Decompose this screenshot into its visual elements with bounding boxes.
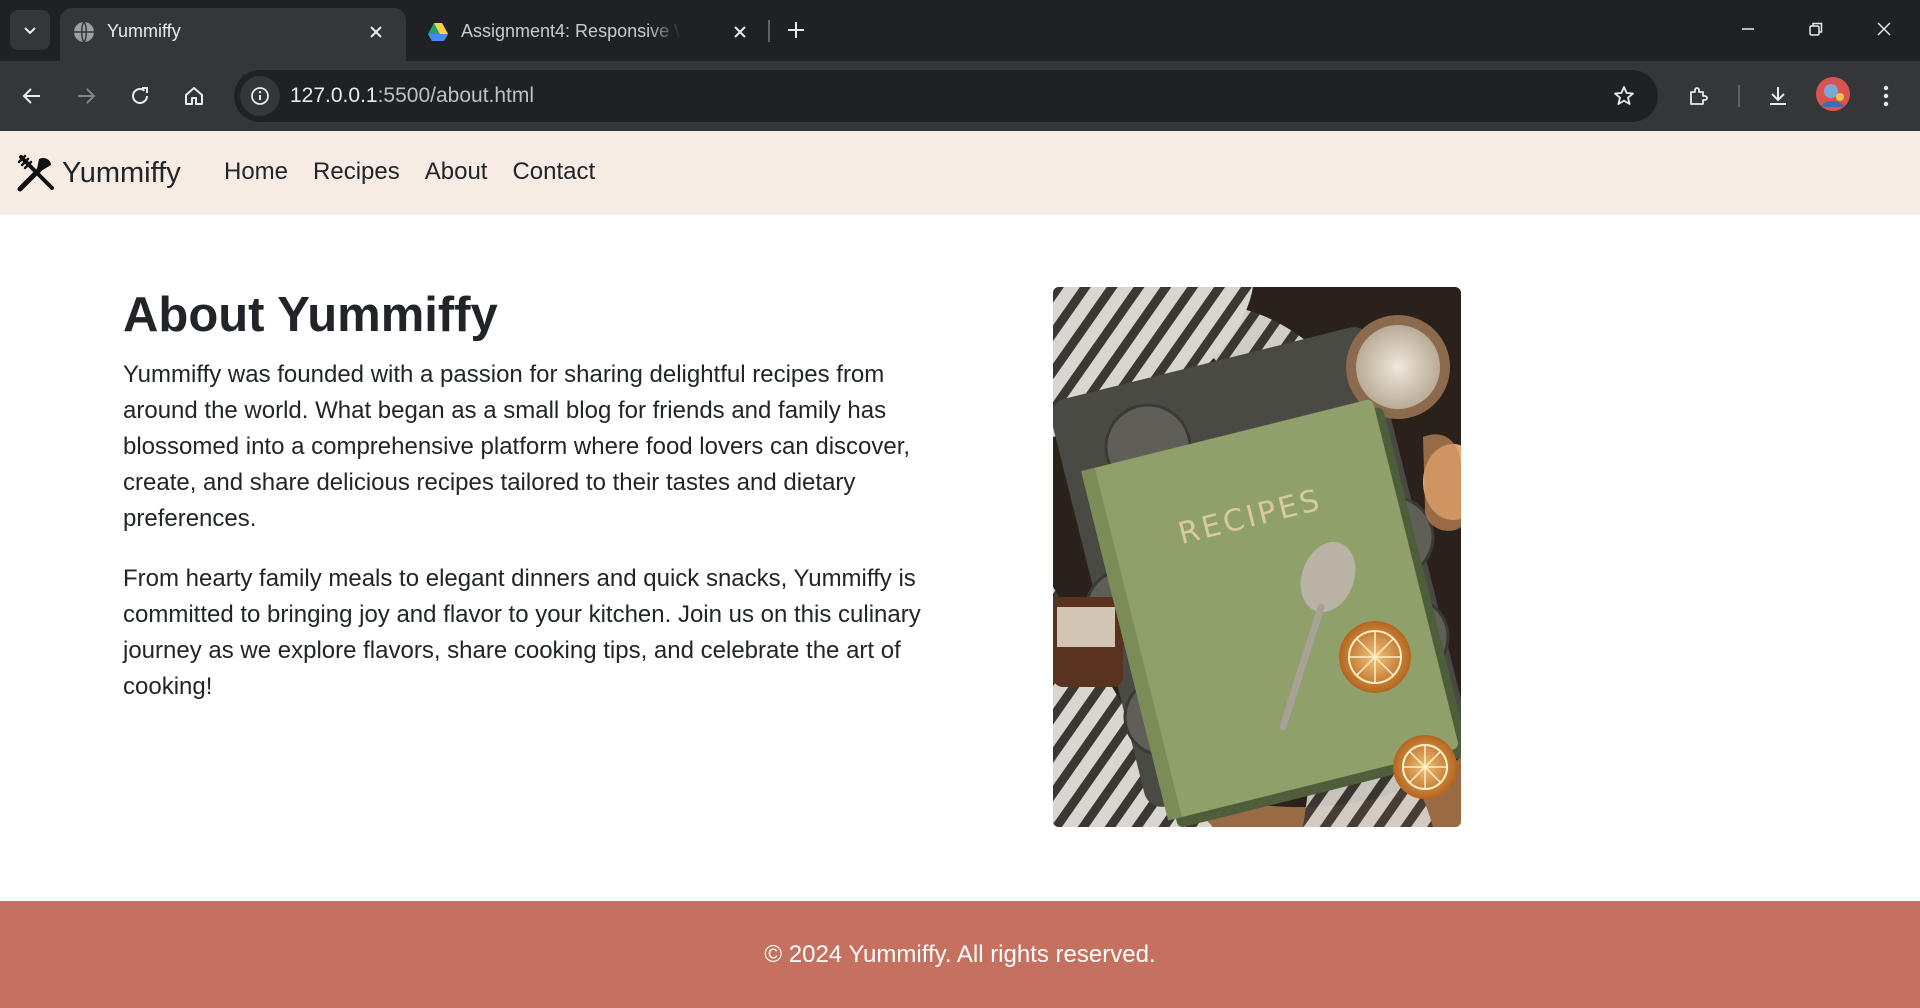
web-page: Yummiffy Home Recipes About Contact Abou…	[0, 131, 1920, 1008]
chevron-down-icon	[24, 27, 36, 35]
profile-avatar[interactable]	[1816, 77, 1850, 111]
tab-title: Yummiffy	[107, 21, 181, 41]
url-path: :5500/about.html	[377, 84, 535, 107]
recipe-book-image: RECIPES	[1053, 287, 1461, 827]
about-heading: About Yummiffy	[123, 288, 498, 342]
downloads-button[interactable]	[1758, 76, 1798, 116]
reload-button[interactable]	[120, 76, 160, 116]
restore-button[interactable]	[1782, 0, 1850, 58]
extensions-icon	[1690, 87, 1708, 105]
utensils-icon	[17, 154, 54, 192]
back-button[interactable]	[12, 76, 52, 116]
recipe-book-illustration: RECIPES	[1053, 287, 1461, 827]
tab-title: Assignment4: Responsive Webpage	[461, 21, 681, 41]
tab-yummiffy[interactable]: Yummiffy	[60, 8, 406, 61]
home-icon	[185, 87, 203, 105]
download-icon	[1770, 87, 1786, 105]
footer-copyright: © 2024 Yummiffy. All rights reserved.	[764, 941, 1156, 968]
plus-icon	[788, 22, 804, 38]
home-button[interactable]	[174, 76, 214, 116]
back-icon	[22, 88, 40, 104]
close-window-button[interactable]	[1850, 0, 1918, 58]
close-icon	[370, 26, 382, 38]
site-navbar: Yummiffy Home Recipes About Contact	[0, 131, 1920, 215]
minimize-icon	[1742, 28, 1754, 30]
browser-toolbar: 127.0.0.1:5500/about.html	[0, 61, 1920, 131]
avatar-icon	[1816, 77, 1850, 111]
new-tab-button[interactable]	[778, 12, 814, 48]
nav-home-link[interactable]: Home	[224, 158, 288, 186]
brand-name: Yummiffy	[62, 156, 181, 189]
tab-separator	[768, 20, 770, 42]
close-icon	[1877, 22, 1891, 36]
browser-chrome: Yummiffy Assignment4: Responsive Webpage	[0, 0, 1920, 131]
site-info-button[interactable]	[240, 76, 280, 116]
toolbar-separator	[1738, 85, 1740, 107]
address-bar[interactable]: 127.0.0.1:5500/about.html	[234, 70, 1658, 122]
nav-about-link[interactable]: About	[425, 158, 488, 186]
about-paragraph-2: From hearty family meals to elegant dinn…	[123, 565, 921, 701]
tab-list-button[interactable]	[10, 10, 50, 50]
browser-menu-button[interactable]	[1866, 76, 1906, 116]
url-text: 127.0.0.1:5500/about.html	[290, 84, 534, 108]
brand-link[interactable]: Yummiffy	[16, 153, 181, 193]
about-paragraph-1: Yummiffy was founded with a passion for …	[123, 361, 911, 533]
tab-strip: Yummiffy Assignment4: Responsive Webpage	[0, 0, 1920, 61]
reload-icon	[132, 87, 148, 104]
close-tab-button[interactable]	[724, 16, 756, 48]
restore-icon	[1809, 22, 1823, 36]
url-host: 127.0.0.1	[290, 84, 378, 107]
nav-links: Home Recipes About Contact	[224, 158, 620, 186]
bookmark-button[interactable]	[1606, 78, 1642, 114]
nav-contact-link[interactable]: Contact	[512, 158, 595, 186]
site-info-icon	[251, 87, 269, 105]
site-footer: © 2024 Yummiffy. All rights reserved.	[0, 901, 1920, 1008]
tab-assignment[interactable]: Assignment4: Responsive Webpage	[414, 8, 764, 61]
nav-recipes-link[interactable]: Recipes	[313, 158, 400, 186]
forward-icon	[78, 88, 96, 104]
menu-icon	[1883, 85, 1889, 107]
drive-icon	[428, 23, 448, 41]
about-section: About Yummiffy Yummiffy was founded with…	[123, 287, 943, 729]
extensions-button[interactable]	[1679, 76, 1719, 116]
globe-icon	[74, 21, 94, 43]
close-icon	[734, 26, 746, 38]
forward-button[interactable]	[66, 76, 106, 116]
minimize-button[interactable]	[1714, 0, 1782, 58]
close-tab-button[interactable]	[360, 16, 392, 48]
star-icon	[1614, 86, 1634, 105]
